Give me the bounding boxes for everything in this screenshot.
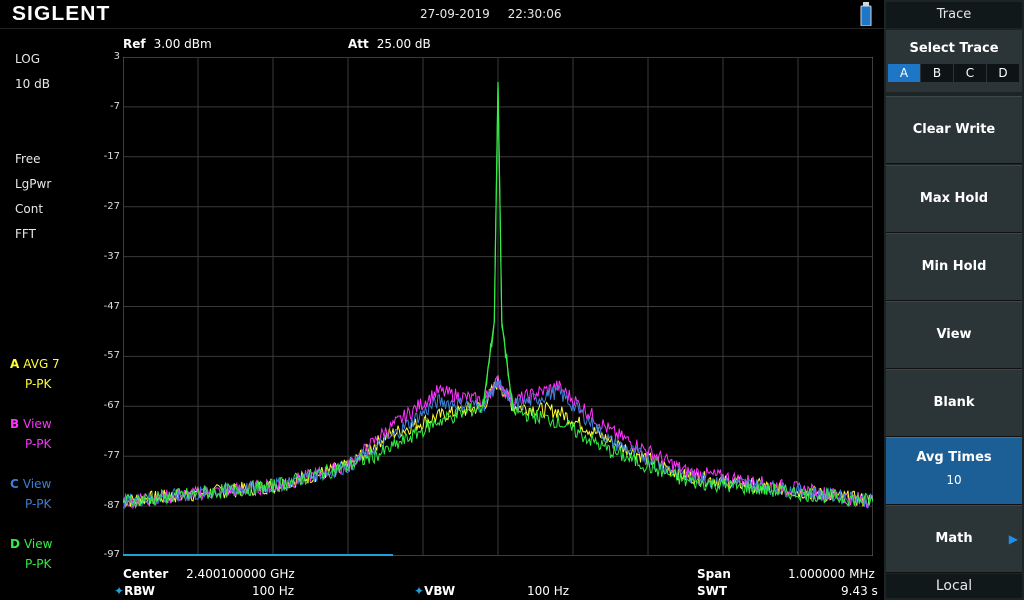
avg-times-button[interactable]: Avg Times 10 — [886, 437, 1022, 505]
trace-a-det: P-PK — [25, 377, 52, 391]
select-trace-button[interactable]: Select Trace A B C D — [886, 30, 1022, 92]
y-tick: -27 — [103, 201, 120, 212]
header-divider — [0, 28, 884, 29]
math-label: Math — [935, 531, 973, 546]
ref-value: 3.00 dBm — [153, 37, 212, 51]
span-label-row[interactable]: Span — [697, 567, 731, 581]
vbw-label: VBW — [424, 584, 456, 598]
date-time: 27-09-2019 22:30:06 — [420, 7, 575, 21]
math-button[interactable]: Math ▶ — [886, 505, 1022, 573]
span-value: 1.000000 MHz — [788, 567, 875, 581]
att-label: Att — [348, 37, 369, 51]
trigger-mode: Free — [15, 152, 41, 166]
center-label: Center — [123, 567, 169, 581]
trace-c-det: P-PK — [25, 497, 52, 511]
y-tick: -17 — [103, 151, 120, 162]
menu-title: Trace — [886, 2, 1022, 28]
trace-b-det: P-PK — [25, 437, 52, 451]
ref-label: Ref — [123, 37, 146, 51]
att-value: 25.00 dB — [376, 37, 431, 51]
trace-option-a[interactable]: A — [888, 64, 920, 82]
softkey-panel: Trace Select Trace A B C D Clear Write M… — [884, 0, 1024, 600]
rbw[interactable]: ✦RBW — [114, 584, 155, 598]
rbw-label: RBW — [124, 584, 156, 598]
trace-option-b[interactable]: B — [921, 64, 953, 82]
min-hold-label: Min Hold — [921, 259, 987, 274]
trace-b-mode: View — [23, 417, 52, 431]
clear-write-label: Clear Write — [912, 122, 996, 137]
avg-times-label: Avg Times — [916, 450, 992, 465]
span-label: Span — [697, 567, 731, 581]
trace-selector: A B C D — [888, 64, 1020, 82]
view-button[interactable]: View — [886, 301, 1022, 369]
time-label: 22:30:06 — [507, 7, 562, 21]
view-label: View — [936, 327, 972, 342]
trace-a-mode: AVG 7 — [23, 357, 60, 371]
rbw-value: 100 Hz — [252, 584, 295, 598]
vbw-marker-icon: ✦ — [414, 584, 425, 598]
trace-c-key: C — [10, 477, 19, 491]
trace-c-mode: View — [22, 477, 52, 491]
ref-level[interactable]: Ref 3.00 dBm — [123, 37, 212, 51]
sweep-progress-bar — [123, 554, 393, 556]
trace-b-key: B — [10, 417, 20, 431]
attenuation[interactable]: Att 25.00 dB — [348, 37, 431, 51]
analysis-mode: FFT — [15, 227, 36, 241]
local-status[interactable]: Local — [886, 574, 1022, 598]
trace-a-label: A AVG 7 P-PK — [10, 357, 60, 391]
y-tick: -87 — [103, 500, 120, 511]
clear-write-button[interactable]: Clear Write — [886, 96, 1022, 164]
select-trace-label: Select Trace — [909, 41, 999, 56]
y-tick: -57 — [103, 350, 120, 361]
blank-button[interactable]: Blank — [886, 369, 1022, 437]
avg-times-value: 10 — [946, 473, 962, 487]
y-tick: -97 — [103, 549, 120, 560]
y-tick: -67 — [103, 400, 120, 411]
min-hold-button[interactable]: Min Hold — [886, 233, 1022, 301]
y-tick: -77 — [103, 450, 120, 461]
spectrum-plot[interactable] — [123, 57, 873, 556]
y-tick: -7 — [110, 101, 120, 112]
vbw-value: 100 Hz — [527, 584, 570, 598]
y-tick: -37 — [103, 251, 120, 262]
swt-label: SWT — [697, 584, 728, 598]
trace-option-d[interactable]: D — [987, 64, 1019, 82]
swt[interactable]: SWT — [697, 584, 727, 598]
sweep-mode: Cont — [15, 202, 44, 216]
trace-a-key: A — [10, 357, 20, 371]
trace-d-key: D — [10, 537, 20, 551]
brand-logo: SIGLENT — [12, 3, 111, 25]
swt-value: 9.43 s — [841, 584, 878, 598]
vbw[interactable]: ✦VBW — [414, 584, 455, 598]
date-label: 27-09-2019 — [420, 7, 490, 21]
scale-div: 10 dB — [15, 77, 50, 91]
max-hold-button[interactable]: Max Hold — [886, 165, 1022, 233]
submenu-arrow-icon: ▶ — [1008, 532, 1018, 546]
trace-b-label: B View P-PK — [10, 417, 52, 451]
y-tick: -47 — [103, 301, 120, 312]
detector-mode: LgPwr — [15, 177, 52, 191]
center-freq[interactable]: Center 2.400100000 GHz — [123, 567, 295, 581]
blank-label: Blank — [933, 395, 975, 410]
trace-d-label: D View P-PK — [10, 537, 53, 571]
center-value: 2.400100000 GHz — [186, 567, 295, 581]
y-tick: 3 — [113, 51, 120, 62]
max-hold-label: Max Hold — [919, 191, 989, 206]
scale-type: LOG — [15, 52, 41, 66]
usb-icon — [860, 2, 872, 27]
trace-d-det: P-PK — [25, 557, 52, 571]
trace-c-label: C View P-PK — [10, 477, 52, 511]
trace-option-c[interactable]: C — [954, 64, 986, 82]
trace-d-mode: View — [23, 537, 53, 551]
rbw-marker-icon: ✦ — [114, 584, 125, 598]
